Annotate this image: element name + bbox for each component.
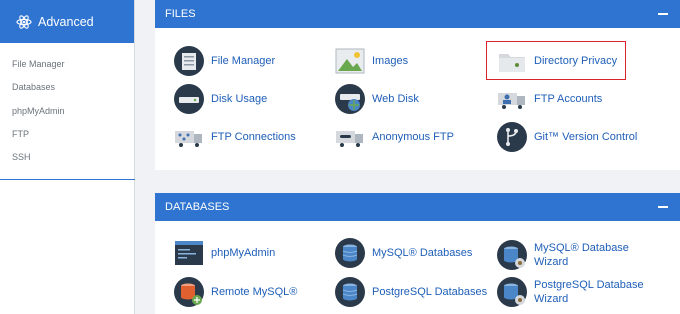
sidebar-header[interactable]: Advanced: [0, 0, 134, 43]
images-label: Images: [372, 55, 409, 67]
remote-mysql-label: Remote MySQL®: [211, 286, 298, 298]
postgresql-database-wizard-link[interactable]: PostgreSQL Database Wizard: [497, 277, 644, 307]
folder-icon: [499, 54, 525, 72]
ftp-connections-label: FTP Connections: [211, 131, 296, 143]
files-panel: FILES File Manager Images Directory Priv…: [155, 0, 680, 170]
sidebar-item-file-manager[interactable]: File Manager: [0, 57, 134, 80]
mysql-wizard-icon: [497, 240, 527, 270]
mysql-database-wizard-label: MySQL® Database Wizard: [534, 242, 629, 268]
file-manager-icon: [174, 46, 204, 76]
atom-icon: [16, 14, 32, 29]
remote-mysql-link[interactable]: Remote MySQL®: [174, 277, 297, 307]
mysql-database-wizard-link[interactable]: MySQL® Database Wizard: [497, 240, 629, 270]
disk-usage-link[interactable]: Disk Usage: [174, 84, 267, 114]
postgresql-wizard-icon: [497, 277, 527, 307]
ftp-connections-icon: [175, 131, 202, 147]
disk-usage-label: Disk Usage: [211, 93, 268, 105]
ftp-accounts-icon: [498, 93, 525, 109]
files-title: FILES: [165, 8, 196, 20]
sidebar-item-ssh[interactable]: SSH: [0, 150, 134, 173]
web-disk-icon: [335, 84, 365, 114]
anonymous-ftp-icon: [336, 131, 363, 147]
postgresql-database-wizard-label: PostgreSQL Database Wizard: [534, 279, 644, 305]
web-disk-label: Web Disk: [372, 93, 419, 105]
postgresql-databases-label: PostgreSQL Databases: [372, 286, 488, 298]
mysql-databases-icon: [335, 238, 365, 268]
git-version-control-link[interactable]: Git™ Version Control: [497, 122, 637, 152]
file-manager-label: File Manager: [211, 55, 276, 67]
git-icon: [497, 122, 527, 152]
ftp-accounts-label: FTP Accounts: [534, 93, 603, 105]
remote-mysql-icon: [174, 277, 204, 307]
ftp-connections-link[interactable]: FTP Connections: [174, 122, 296, 152]
images-icon: [335, 48, 365, 74]
phpmyadmin-icon: [175, 241, 203, 265]
mysql-databases-link[interactable]: MySQL® Databases: [335, 238, 472, 268]
sidebar-divider: [0, 179, 135, 180]
files-header[interactable]: FILES: [155, 0, 680, 28]
git-version-control-label: Git™ Version Control: [534, 131, 638, 143]
databases-header[interactable]: DATABASES: [155, 193, 680, 221]
ftp-accounts-link[interactable]: FTP Accounts: [497, 84, 602, 114]
postgresql-databases-icon: [335, 277, 365, 307]
collapse-icon[interactable]: [658, 13, 668, 15]
collapse-icon[interactable]: [658, 206, 668, 208]
directory-privacy-link[interactable]: Directory Privacy: [497, 46, 617, 76]
file-manager-link[interactable]: File Manager: [174, 46, 275, 76]
postgresql-databases-link[interactable]: PostgreSQL Databases: [335, 277, 487, 307]
databases-title: DATABASES: [165, 201, 230, 213]
phpmyadmin-label: phpMyAdmin: [211, 247, 276, 259]
directory-privacy-label: Directory Privacy: [534, 55, 618, 67]
images-link[interactable]: Images: [335, 46, 408, 76]
anonymous-ftp-label: Anonymous FTP: [372, 131, 454, 143]
mysql-databases-label: MySQL® Databases: [372, 247, 473, 259]
phpmyadmin-link[interactable]: phpMyAdmin: [174, 238, 275, 268]
sidebar-item-phpmyadmin[interactable]: phpMyAdmin: [0, 104, 134, 127]
disk-usage-icon: [174, 84, 204, 114]
sidebar: Advanced File Manager Databases phpMyAdm…: [0, 0, 135, 314]
databases-panel: DATABASES phpMyAdmin MySQL® Databases My…: [155, 193, 680, 314]
sidebar-item-databases[interactable]: Databases: [0, 80, 134, 103]
web-disk-link[interactable]: Web Disk: [335, 84, 419, 114]
anonymous-ftp-link[interactable]: Anonymous FTP: [335, 122, 454, 152]
sidebar-title: Advanced: [38, 14, 94, 29]
sidebar-item-ftp[interactable]: FTP: [0, 127, 134, 150]
